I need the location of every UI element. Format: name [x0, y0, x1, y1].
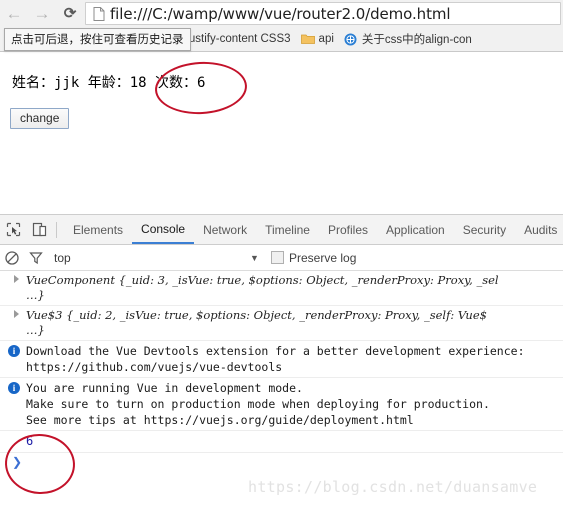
bookmark-item[interactable]: 关于css中的align-con [339, 29, 477, 49]
console-message-info: i Download the Vue Devtools extension fo… [0, 341, 563, 378]
reload-button[interactable]: ⟳ [56, 1, 84, 27]
console-message-list: VueComponent {_uid: 3, _isVue: true, $op… [0, 271, 563, 513]
console-message-object[interactable]: VueComponent {_uid: 3, _isVue: true, $op… [0, 271, 563, 306]
bookmark-label: api [318, 33, 334, 45]
count-value: 6 [197, 75, 206, 91]
change-button[interactable]: change [10, 108, 70, 129]
forward-button[interactable]: → [28, 1, 56, 27]
tab-console[interactable]: Console [132, 215, 195, 244]
chevron-down-icon[interactable]: ▼ [250, 253, 259, 263]
toolbar-divider [56, 221, 57, 238]
devtools-panel: Elements Console Network Timeline Profil… [0, 214, 563, 513]
bookmark-label: justify-content CSS3 [186, 33, 291, 45]
console-input-prompt[interactable]: ❯ [0, 453, 563, 473]
url-text: file:///C:/wamp/www/vue/router2.0/demo.h… [110, 4, 451, 23]
name-label: 姓名： [12, 75, 54, 91]
devtools-tab-bar: Elements Console Network Timeline Profil… [0, 215, 563, 245]
console-message-value: 6 [0, 431, 563, 453]
console-info-line: You are running Vue in development mode. [26, 381, 303, 395]
info-icon: i [8, 382, 20, 394]
bookmark-item[interactable]: api [296, 29, 339, 49]
page-viewport: 姓名：jjk 年龄：18 次数：6 change [0, 52, 563, 214]
tab-profiles[interactable]: Profiles [319, 216, 377, 244]
blue-globe-icon [344, 32, 358, 46]
expand-triangle-icon[interactable] [14, 310, 19, 318]
console-object-line2: …} [26, 288, 45, 302]
back-button[interactable]: ← [0, 1, 28, 27]
console-message-info: i You are running Vue in development mod… [0, 378, 563, 431]
console-info-link[interactable]: https://github.com/vuejs/vue-devtools [0, 359, 563, 375]
address-bar[interactable]: file:///C:/wamp/www/vue/router2.0/demo.h… [85, 2, 561, 25]
age-value: 18 [129, 75, 147, 91]
tab-security[interactable]: Security [454, 216, 515, 244]
watermark-text: https://blog.csdn.net/duansamve [248, 478, 538, 496]
filter-icon[interactable] [24, 247, 48, 269]
tab-application[interactable]: Application [377, 216, 454, 244]
console-object-line1: Vue$3 {_uid: 2, _isVue: true, $options: … [26, 308, 487, 322]
console-info-line: Make sure to turn on production mode whe… [26, 397, 490, 411]
console-object-line1: VueComponent {_uid: 3, _isVue: true, $op… [26, 273, 499, 287]
execution-context-select[interactable]: top [54, 251, 71, 265]
age-label: 年龄： [79, 75, 130, 91]
console-toolbar: top ▼ Preserve log [0, 245, 563, 271]
preserve-log-label: Preserve log [289, 250, 357, 265]
console-value-output: 6 [26, 434, 34, 448]
inspect-element-icon[interactable] [0, 217, 26, 243]
tab-network[interactable]: Network [194, 216, 256, 244]
tab-audits[interactable]: Audits [515, 216, 563, 244]
prompt-caret-icon: ❯ [12, 455, 23, 469]
console-message-object[interactable]: Vue$3 {_uid: 2, _isVue: true, $options: … [0, 306, 563, 341]
preserve-log-option[interactable]: Preserve log [271, 251, 356, 265]
console-info-line: Download the Vue Devtools extension for … [26, 344, 525, 358]
name-value: jjk [54, 75, 80, 91]
device-toolbar-icon[interactable] [26, 217, 52, 243]
tab-elements[interactable]: Elements [64, 216, 132, 244]
expand-triangle-icon[interactable] [14, 275, 19, 283]
tab-timeline[interactable]: Timeline [256, 216, 319, 244]
clear-console-icon[interactable] [0, 247, 24, 269]
page-info-line: 姓名：jjk 年龄：18 次数：6 [12, 72, 205, 92]
document-icon [90, 6, 108, 21]
count-label: 次数： [146, 75, 198, 91]
back-button-tooltip: 点击可后退，按住可查看历史记录 [4, 28, 191, 51]
folder-icon [300, 32, 315, 46]
preserve-log-checkbox[interactable] [271, 251, 284, 264]
info-icon: i [8, 345, 20, 357]
bookmark-label: 关于css中的align-con [361, 34, 472, 46]
console-info-line: See more tips at https://vuejs.org/guide… [26, 413, 414, 427]
console-object-line2: …} [26, 323, 45, 337]
browser-chrome: ← → ⟳ file:///C:/wamp/www/vue/router2.0/… [0, 0, 563, 52]
